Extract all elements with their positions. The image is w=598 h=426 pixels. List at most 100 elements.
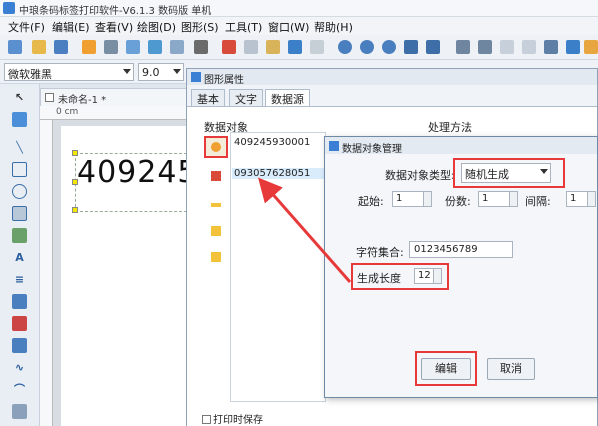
line-icon[interactable]: ╲ [12,140,27,155]
interval-value: 1 [570,193,577,204]
barcode-text: 409245 [77,155,192,190]
copies-stepper[interactable]: 1 [478,191,518,207]
charset-value: 0123456789 [414,244,478,255]
pencil-icon [211,171,221,181]
new-icon[interactable] [8,40,22,54]
print-save-option[interactable]: 打印时保存 [202,411,263,426]
ruler-horizontal: 0 cm [40,106,192,120]
interval-stepper[interactable]: 1 [566,191,596,207]
menu-draw[interactable]: 绘图(D) [137,19,176,35]
align-left-icon[interactable] [456,40,470,54]
tab-text[interactable]: 文字 [229,89,263,106]
copy-icon[interactable] [244,40,258,54]
edit-item-button[interactable] [206,167,226,185]
grid-icon[interactable] [194,40,208,54]
delete-item-button[interactable] [206,196,226,214]
tab-checkbox[interactable] [45,93,54,102]
preview-icon[interactable] [126,40,140,54]
rounded-rect-icon[interactable] [12,206,27,221]
align-top-icon[interactable] [500,40,514,54]
chevron-down-icon [123,69,131,74]
add-button-highlight [204,136,228,158]
polygon-icon[interactable] [12,404,27,419]
menu-bar: 文件(F) 编辑(E) 查看(V) 绘图(D) 图形(S) 工具(T) 窗口(W… [0,17,598,35]
charset-label: 字符集合: [356,246,404,259]
manager-dialog-title: 数据对象管理 [342,144,402,155]
list-item-selected[interactable]: 093057628051 [232,168,324,179]
data-object-list[interactable]: 409245930001 093057628051 [230,132,326,402]
text-icon[interactable]: A [12,250,27,265]
save-icon[interactable] [54,40,68,54]
document-tab-label: 未命名-1 * [58,95,107,106]
menu-view[interactable]: 查看(V) [95,19,133,35]
curve-icon[interactable]: ∿ [12,360,27,375]
layer-icon[interactable] [566,40,580,54]
print-icon[interactable] [104,40,118,54]
stepper-buttons[interactable] [587,192,595,206]
database-icon[interactable] [148,40,162,54]
ellipse-icon[interactable] [12,184,27,199]
cut-icon[interactable] [222,40,236,54]
paste-icon[interactable] [266,40,280,54]
font-name-select[interactable]: 微软雅黑 [4,63,134,81]
table-icon[interactable] [12,338,27,353]
app-title: 中琅条码标签打印软件-V6.1.3 数码版 单机 [19,6,212,17]
print-save-checkbox[interactable] [202,415,211,424]
font-size-value: 9.0 [142,66,160,79]
move-up-button[interactable] [206,222,226,240]
cancel-button[interactable]: 取消 [487,358,535,380]
tab-datasource[interactable]: 数据源 [265,89,310,106]
type-select-highlight [453,158,565,188]
undo-icon[interactable] [288,40,302,54]
image-icon[interactable] [12,228,27,243]
document-tab[interactable]: 未命名-1 * [40,88,192,106]
menu-shape[interactable]: 图形(S) [181,19,219,35]
dialog-icon [329,141,339,151]
rectangle-icon[interactable] [12,162,27,177]
multiline-text-icon[interactable]: ≡ [12,272,27,287]
redo-icon[interactable] [310,40,324,54]
open-icon[interactable] [32,40,46,54]
process-method-heading: 处理方法 [428,121,472,134]
barcode-icon[interactable] [12,294,27,309]
distribute-icon[interactable] [544,40,558,54]
start-label: 起始: [358,195,384,208]
minus-icon [211,203,221,207]
app-icon [3,2,15,14]
font-size-select[interactable]: 9.0 [138,63,184,81]
export-icon[interactable] [170,40,184,54]
start-stepper[interactable]: 1 [392,191,432,207]
zoom-out-icon[interactable] [360,40,374,54]
arrow-down-icon [211,252,221,262]
hand-icon[interactable] [12,112,27,127]
move-down-button[interactable] [206,248,226,266]
print-save-label: 打印时保存 [213,415,263,426]
title-bar: 中琅条码标签打印软件-V6.1.3 数码版 单机 [0,0,598,17]
zoom-page-icon[interactable] [404,40,418,54]
font-name-value: 微软雅黑 [8,68,52,81]
align-bottom-icon[interactable] [522,40,536,54]
menu-edit[interactable]: 编辑(E) [52,19,90,35]
charset-input[interactable]: 0123456789 [409,241,513,258]
zoom-fit-icon[interactable] [382,40,396,54]
arc-icon[interactable]: ⌒ [12,382,27,397]
align-right-icon[interactable] [478,40,492,54]
start-value: 1 [396,193,403,204]
menu-window[interactable]: 窗口(W) [268,19,309,35]
zoom-in-icon[interactable] [338,40,352,54]
stepper-buttons[interactable] [509,192,517,206]
qrcode-icon[interactable] [12,316,27,331]
pointer-icon[interactable]: ↖ [12,90,27,105]
lock-icon[interactable] [584,40,598,54]
menu-file[interactable]: 文件(F) [8,19,45,35]
menu-help[interactable]: 帮助(H) [314,19,353,35]
list-item[interactable]: 409245930001 [234,137,310,148]
resize-handle[interactable] [72,207,78,213]
menu-tools[interactable]: 工具(T) [225,19,262,35]
fullscreen-icon[interactable] [426,40,440,54]
ruler-unit: 0 cm [56,107,79,117]
drawing-tools: ↖ ╲ A ≡ ∿ ⌒ [0,84,40,426]
settings-icon[interactable] [82,40,96,54]
stepper-buttons[interactable] [423,192,431,206]
tab-basic[interactable]: 基本 [191,89,225,106]
